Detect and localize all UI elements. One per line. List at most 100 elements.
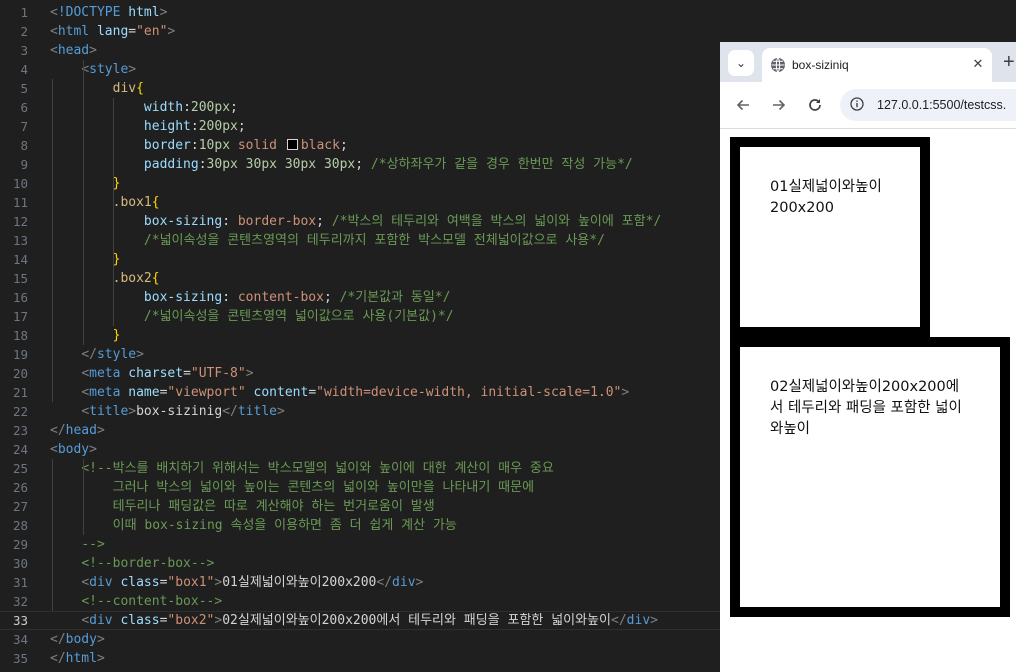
line-number: 10 — [12, 176, 28, 191]
code-line[interactable]: 19 </style> — [0, 345, 720, 364]
code-token: body — [65, 632, 97, 647]
code-line[interactable]: 12 box-sizing: border-box; /*박스의 테두리와 여백… — [0, 212, 720, 231]
code-token: > — [89, 43, 97, 58]
code-text: <style> — [50, 60, 136, 79]
browser-tab[interactable]: box-siziniq ✕ — [762, 48, 992, 82]
code-line[interactable]: 8 border:10px solid black; — [0, 136, 720, 155]
code-line[interactable]: 6 width:200px; — [0, 98, 720, 117]
code-line[interactable]: 21 <meta name="viewport" content="width=… — [0, 383, 720, 402]
code-token: "box2" — [167, 613, 215, 628]
new-tab-button[interactable]: + — [1003, 50, 1015, 74]
code-line[interactable]: 1 <!DOCTYPE html> — [0, 3, 720, 22]
code-token: content-box — [237, 290, 324, 305]
code-text: <meta name="viewport" content="width=dev… — [50, 383, 629, 402]
forward-arrow-icon[interactable] — [768, 94, 790, 116]
code-token: /*기본값과 동일*/ — [339, 290, 451, 305]
code-line[interactable]: 5 div{ — [0, 79, 720, 98]
code-token: < — [81, 404, 90, 419]
code-token: head — [65, 423, 97, 438]
code-token: title — [237, 404, 277, 419]
code-token: black — [300, 138, 340, 153]
code-line[interactable]: 35 </html> — [0, 649, 720, 668]
code-token: > — [415, 575, 424, 590]
code-token: > — [96, 423, 105, 438]
code-token: < — [50, 43, 58, 58]
code-line[interactable]: 16 box-sizing: content-box; /*기본값과 동일*/ — [0, 288, 720, 307]
code-text: <head> — [50, 41, 97, 60]
url-text[interactable]: 127.0.0.1:5500/testcss. — [877, 97, 1006, 113]
code-token: </ — [376, 575, 393, 590]
code-line[interactable]: 23 </head> — [0, 421, 720, 440]
address-bar[interactable]: 127.0.0.1:5500/testcss. — [840, 89, 1016, 121]
code-token: .box2 — [112, 271, 152, 286]
code-line[interactable]: 22 <title>box-sizinig</title> — [0, 402, 720, 421]
code-line[interactable]: 15 .box2{ — [0, 269, 720, 288]
site-info-icon[interactable] — [850, 97, 864, 111]
code-line[interactable]: 30 <!--border-box--> — [0, 554, 720, 573]
tab-strip: ⌄ box-siziniq ✕ + — [720, 42, 1016, 82]
code-token: 200px — [190, 100, 231, 115]
code-line[interactable]: 10 } — [0, 174, 720, 193]
code-line[interactable]: 13 /*넓이속성을 콘텐츠영역의 테두리까지 포함한 박스모델 전체넓이값으로… — [0, 231, 720, 250]
code-line[interactable]: 17 /*넓이속성을 콘텐츠영역 넓이값으로 사용(기본값)*/ — [0, 307, 720, 326]
code-line[interactable]: 27 테두리나 패딩값은 따로 계산해야 하는 번거로움이 발생 — [0, 497, 720, 516]
code-text: </head> — [50, 421, 105, 440]
code-line[interactable]: 20 <meta charset="UTF-8"> — [0, 364, 720, 383]
code-line[interactable]: 33 <div class="box2">02실제넓이와높이200x200에서 … — [0, 611, 720, 630]
code-line[interactable]: 7 height:200px; — [0, 117, 720, 136]
code-token: > — [277, 404, 285, 419]
code-token: "en" — [136, 24, 168, 39]
code-line[interactable]: 2 <html lang="en"> — [0, 22, 720, 41]
code-token: head — [57, 43, 90, 58]
close-tab-icon[interactable]: ✕ — [969, 55, 987, 73]
tab-search-button[interactable]: ⌄ — [728, 50, 754, 76]
box2-content-box: 02실제넓이와높이200x200에서 테두리와 패딩을 포함한 넓이와높이 — [730, 337, 1010, 617]
code-line[interactable]: 24 <body> — [0, 440, 720, 459]
code-line[interactable]: 29 --> — [0, 535, 720, 554]
code-line[interactable]: 11 .box1{ — [0, 193, 720, 212]
code-token: 02실제넓이와높이200x200에서 테두리와 패딩을 포함한 넓이와높이 — [222, 613, 612, 628]
code-token: class — [120, 613, 160, 628]
color-swatch-icon[interactable] — [286, 139, 298, 150]
back-arrow-icon[interactable] — [732, 94, 754, 116]
code-token: : — [190, 119, 199, 134]
code-token: body — [57, 442, 90, 457]
code-text: <html lang="en"> — [50, 22, 175, 41]
code-line[interactable]: 34 </body> — [0, 630, 720, 649]
code-token: 그러나 박스의 넓이와 높이는 콘텐츠의 넓이와 높이만을 나타내기 때문에 — [112, 480, 535, 495]
code-line[interactable]: 4 <style> — [0, 60, 720, 79]
code-line[interactable]: 9 padding:30px 30px 30px 30px; /*상하좌우가 같… — [0, 155, 720, 174]
code-token: border — [143, 138, 191, 153]
code-line[interactable]: 3 <head> — [0, 41, 720, 60]
code-line[interactable]: 14 } — [0, 250, 720, 269]
code-token: div — [392, 575, 416, 590]
code-text: <body> — [50, 440, 97, 459]
code-token: : — [222, 290, 238, 305]
indent-guide — [113, 98, 114, 326]
code-token: = — [183, 366, 191, 381]
code-line[interactable]: 18 } — [0, 326, 720, 345]
code-line[interactable]: 28 이때 box-sizing 속성을 이용하면 좀 더 쉽게 계산 가능 — [0, 516, 720, 535]
line-number: 9 — [20, 157, 28, 172]
code-token: <!--content-box--> — [81, 594, 223, 609]
code-token: = — [308, 385, 317, 400]
reload-icon[interactable] — [804, 94, 826, 116]
code-line[interactable]: 31 <div class="box1">01실제넓이와높이200x200</d… — [0, 573, 720, 592]
code-line[interactable]: 26 그러나 박스의 넓이와 높이는 콘텐츠의 넓이와 높이만을 나타내기 때문… — [0, 478, 720, 497]
code-token: </ — [222, 404, 238, 419]
code-token: name — [128, 385, 160, 400]
code-token: > — [245, 366, 254, 381]
line-number: 15 — [12, 271, 28, 286]
code-line[interactable]: 25 <!--박스를 배치하기 위해서는 박스모델의 넓이와 높이에 대한 계산… — [0, 459, 720, 478]
code-token: < — [81, 575, 90, 590]
code-line[interactable]: 32 <!--content-box--> — [0, 592, 720, 611]
code-token: > — [96, 651, 105, 666]
line-number: 13 — [12, 233, 28, 248]
